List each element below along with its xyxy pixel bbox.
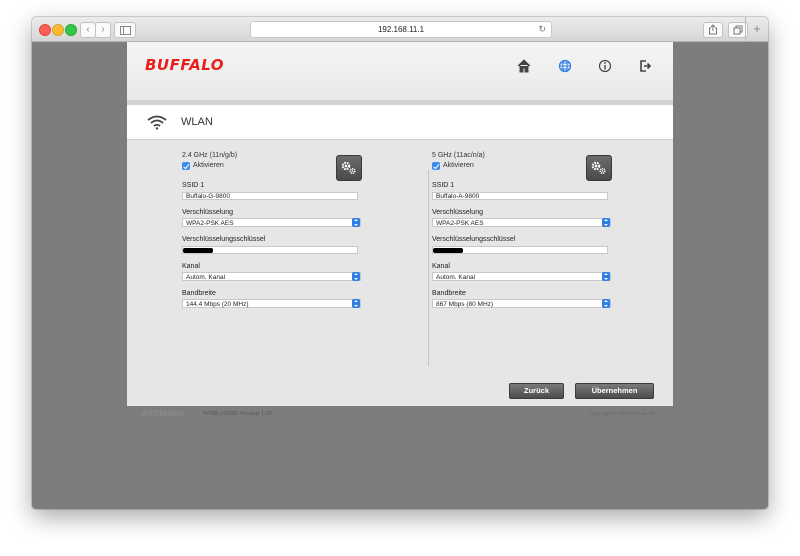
select-arrows-icon	[352, 272, 360, 281]
back-button[interactable]: ‹	[80, 22, 96, 38]
info-icon[interactable]	[595, 56, 615, 76]
key-input[interactable]	[432, 246, 608, 254]
bandwidth-label: Bandbreite	[432, 290, 466, 297]
wifi-icon	[146, 114, 168, 135]
select-arrows-icon	[602, 299, 610, 308]
select-arrows-icon	[602, 272, 610, 281]
copyright-text: Copyright © 2014 Buffalo Inc.	[588, 411, 657, 417]
channel-select[interactable]: Autom. Kanal	[432, 272, 611, 281]
share-icon	[709, 24, 717, 35]
bandwidth-label: Bandbreite	[182, 290, 216, 297]
ssid-label: SSID 1	[182, 182, 205, 189]
router-admin-page: BUFFALO WLAN 2.4 GHz (11n/g/b) Aktiviere…	[127, 42, 673, 418]
address-text: 192.168.11.1	[377, 25, 425, 34]
select-arrows-icon	[352, 299, 360, 308]
minimize-window-button[interactable]	[52, 24, 64, 36]
zoom-window-button[interactable]	[65, 24, 77, 36]
encryption-select[interactable]: WPA2-PSK AES	[432, 218, 611, 227]
redaction-mark	[183, 248, 213, 253]
ssid-label: SSID 1	[432, 182, 455, 189]
advanced-settings-button[interactable]	[586, 155, 612, 181]
encryption-select[interactable]: WPA2-PSK AES	[182, 218, 361, 227]
key-input[interactable]	[182, 246, 358, 254]
new-tab-button[interactable]: +	[745, 17, 768, 41]
channel-select[interactable]: Autom. Kanal	[182, 272, 361, 281]
tabs-icon	[733, 25, 743, 35]
select-arrows-icon	[352, 218, 360, 227]
gear-icon	[341, 161, 356, 175]
enable-checkbox[interactable]	[432, 162, 440, 170]
gear-icon	[591, 161, 606, 175]
ssid-input[interactable]: Buffalo-A-9800	[432, 192, 608, 200]
band-label: 2.4 GHz (11n/g/b)	[182, 152, 238, 159]
bandwidth-select[interactable]: 144.4 Mbps (20 MHz)	[182, 299, 361, 308]
enable-label: Aktivieren	[193, 162, 224, 169]
airstation-logo: AirStation	[141, 408, 185, 418]
forward-button[interactable]: ›	[95, 22, 111, 38]
channel-value: Autom. Kanal	[436, 274, 476, 281]
back-action-button[interactable]: Zurück	[509, 383, 564, 399]
encryption-value: WPA2-PSK AES	[436, 220, 484, 227]
page-footer: AirStation WHR-1166D Version 1.60 Copyri…	[127, 404, 673, 426]
channel-value: Autom. Kanal	[186, 274, 226, 281]
ssid-input[interactable]: Buffalo-G-9800	[182, 192, 358, 200]
apply-button[interactable]: Übernehmen	[575, 383, 654, 399]
sidebar-icon	[120, 26, 131, 35]
channel-label: Kanal	[432, 263, 450, 270]
home-icon[interactable]	[514, 56, 534, 76]
column-divider	[428, 170, 429, 366]
browser-toolbar: ‹ › 192.168.11.1 ↻ +	[32, 17, 768, 42]
firmware-version: WHR-1166D Version 1.60	[203, 410, 273, 417]
bandwidth-value: 867 Mbps (80 MHz)	[436, 301, 494, 308]
buffalo-logo: BUFFALO	[145, 56, 225, 74]
band-5ghz-panel: 5 GHz (11ac/n/a) Aktivieren SSID 1 Buffa…	[432, 152, 612, 308]
redaction-mark	[433, 248, 463, 253]
reload-icon[interactable]: ↻	[538, 22, 546, 37]
logout-icon[interactable]	[635, 56, 655, 76]
encryption-label: Verschlüsselung	[432, 209, 483, 216]
encryption-value: WPA2-PSK AES	[186, 220, 234, 227]
select-arrows-icon	[602, 218, 610, 227]
enable-label: Aktivieren	[443, 162, 474, 169]
band-label: 5 GHz (11ac/n/a)	[432, 152, 485, 159]
section-header: WLAN	[127, 105, 673, 140]
address-bar[interactable]: 192.168.11.1 ↻	[250, 21, 552, 38]
band-2-4ghz-panel: 2.4 GHz (11n/g/b) Aktivieren SSID 1 Buff…	[182, 152, 362, 308]
sidebar-toggle-button[interactable]	[114, 22, 136, 38]
section-title: WLAN	[181, 116, 213, 128]
bandwidth-value: 144.4 Mbps (20 MHz)	[186, 301, 249, 308]
key-label: Verschlüsselungsschlüssel	[432, 236, 516, 243]
browser-window: ‹ › 192.168.11.1 ↻ + BUFFALO WLAN 2.4 GH…	[32, 17, 768, 509]
encryption-label: Verschlüsselung	[182, 209, 233, 216]
key-label: Verschlüsselungsschlüssel	[182, 236, 266, 243]
bandwidth-select[interactable]: 867 Mbps (80 MHz)	[432, 299, 611, 308]
share-button[interactable]	[703, 22, 723, 38]
advanced-settings-button[interactable]	[336, 155, 362, 181]
enable-checkbox[interactable]	[182, 162, 190, 170]
page-header: BUFFALO	[127, 42, 673, 101]
close-window-button[interactable]	[39, 24, 51, 36]
channel-label: Kanal	[182, 263, 200, 270]
globe-icon[interactable]	[555, 56, 575, 76]
